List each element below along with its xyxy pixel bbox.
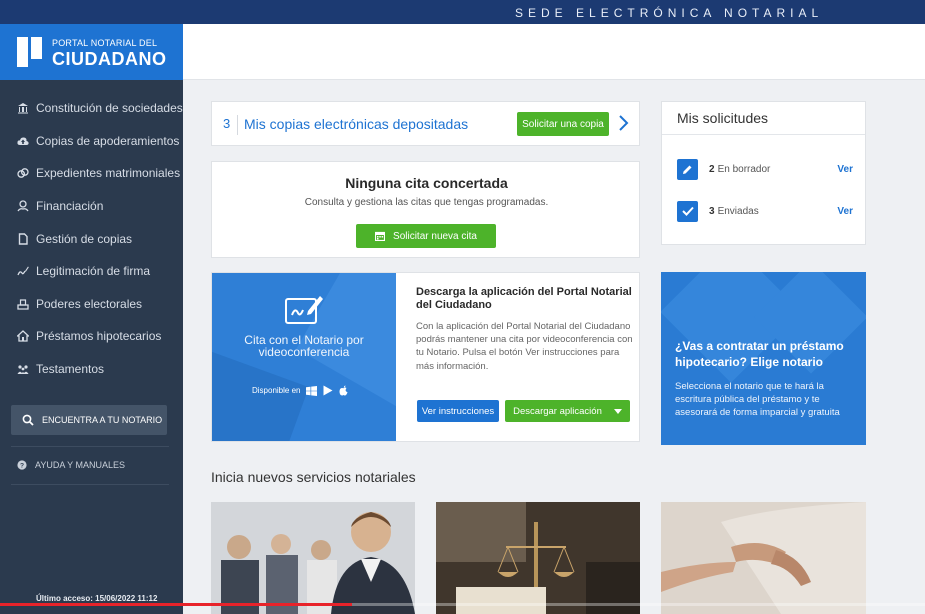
request-copy-button[interactable]: Solicitar una copia bbox=[517, 112, 609, 136]
windows-icon bbox=[306, 385, 318, 396]
sidebar: PORTAL NOTARIAL DEL CIUDADANO Constituci… bbox=[0, 24, 183, 614]
document-icon bbox=[18, 232, 28, 245]
sidebar-item-prestamos[interactable]: Préstamos hipotecarios bbox=[0, 320, 183, 353]
find-notary-label: ENCUENTRA A TU NOTARIO bbox=[42, 415, 163, 425]
requests-card: Mis solicitudes 2 En borrador Ver 3 Envi… bbox=[661, 101, 866, 245]
sidebar-divider bbox=[11, 446, 169, 447]
calendar-icon bbox=[375, 231, 386, 241]
portal-logo[interactable]: PORTAL NOTARIAL DEL CIUDADANO bbox=[0, 24, 183, 80]
chevron-right-icon[interactable] bbox=[617, 111, 631, 135]
view-instructions-button[interactable]: Ver instrucciones bbox=[417, 400, 499, 422]
sidebar-item-constitucion[interactable]: Constitución de sociedades bbox=[0, 92, 183, 125]
sidebar-item-label: Gestión de copias bbox=[36, 231, 133, 246]
family-icon bbox=[17, 365, 29, 375]
sidebar-item-label: Poderes electorales bbox=[36, 296, 143, 311]
ballot-icon bbox=[17, 299, 29, 310]
requests-title: Mis solicitudes bbox=[677, 110, 769, 126]
download-app-button[interactable]: Descargar aplicación bbox=[505, 400, 630, 422]
copies-separator bbox=[237, 115, 238, 135]
pencil-icon bbox=[677, 158, 698, 180]
copies-title-link[interactable]: Mis copias electrónicas depositadas bbox=[244, 116, 468, 132]
videoconference-text: Cita con el Notario por videoconferencia bbox=[244, 333, 364, 359]
view-drafts-link[interactable]: Ver bbox=[837, 164, 853, 175]
sidebar-item-apoderamientos[interactable]: Copias de apoderamientos bbox=[0, 125, 183, 158]
logo-mark-icon bbox=[17, 37, 43, 67]
logo-subtitle: PORTAL NOTARIAL DEL bbox=[52, 38, 158, 48]
appointment-title: Ninguna cita concertada bbox=[345, 175, 508, 191]
video-progress-bar[interactable] bbox=[0, 603, 925, 606]
mortgage-promo-card[interactable]: ¿Vas a contratar un préstamo hipotecario… bbox=[661, 272, 866, 445]
business-people-image bbox=[211, 502, 415, 614]
sent-count: 3 bbox=[709, 205, 715, 217]
cloud-upload-icon bbox=[17, 137, 29, 145]
google-play-icon bbox=[323, 385, 333, 396]
sidebar-divider bbox=[11, 484, 169, 485]
sidebar-item-testamentos[interactable]: Testamentos bbox=[0, 353, 183, 386]
svg-text:?: ? bbox=[20, 463, 24, 470]
justice-scale-image bbox=[436, 502, 640, 614]
copies-count: 3 bbox=[223, 116, 231, 131]
sent-label: Enviadas bbox=[717, 205, 759, 217]
appointment-subtitle: Consulta y gestiona las citas que tengas… bbox=[304, 197, 549, 208]
sidebar-item-label: Préstamos hipotecarios bbox=[36, 329, 162, 344]
header bbox=[183, 24, 925, 80]
app-download-card: Cita con el Notario por videoconferencia… bbox=[211, 272, 640, 442]
service-image-hands[interactable] bbox=[661, 502, 866, 614]
check-icon bbox=[677, 200, 698, 222]
video-signature-icon bbox=[285, 296, 323, 324]
rings-icon bbox=[17, 168, 29, 179]
draft-count: 2 bbox=[709, 163, 715, 175]
sidebar-item-legitimacion[interactable]: Legitimación de firma bbox=[0, 255, 183, 288]
sidebar-item-financiacion[interactable]: Financiación bbox=[0, 190, 183, 223]
site-title: SEDE ELECTRÓNICA NOTARIAL bbox=[515, 6, 824, 20]
service-image-business[interactable] bbox=[211, 502, 415, 614]
available-label: Disponible en bbox=[252, 386, 301, 395]
sidebar-item-poderes[interactable]: Poderes electorales bbox=[0, 288, 183, 321]
download-app-label: Descargar aplicación bbox=[513, 405, 602, 417]
request-row-sent: 3 Enviadas Ver bbox=[677, 200, 853, 222]
help-icon: ? bbox=[17, 460, 27, 470]
finance-icon bbox=[17, 200, 29, 212]
appointment-card: Ninguna cita concertada Consulta y gesti… bbox=[211, 161, 640, 258]
request-appointment-label: Solicitar nueva cita bbox=[393, 230, 477, 242]
sidebar-item-label: Copias de apoderamientos bbox=[36, 133, 180, 148]
request-appointment-button[interactable]: Solicitar nueva cita bbox=[356, 224, 496, 248]
request-row-draft: 2 En borrador Ver bbox=[677, 158, 853, 180]
apple-icon bbox=[339, 385, 348, 396]
house-icon bbox=[17, 330, 29, 343]
help-link[interactable]: ? AYUDA Y MANUALES bbox=[17, 460, 125, 470]
app-title: Descarga la aplicación del Portal Notari… bbox=[416, 286, 632, 311]
video-progress-fill bbox=[0, 603, 352, 606]
available-on: Disponible en bbox=[252, 385, 348, 396]
caret-down-icon bbox=[613, 408, 622, 414]
sidebar-item-gestion-copias[interactable]: Gestión de copias bbox=[0, 222, 183, 255]
app-info: Descarga la aplicación del Portal Notari… bbox=[416, 286, 634, 373]
mortgage-description: Selecciona el notario que te hará la esc… bbox=[675, 381, 840, 418]
services-title: Inicia nuevos servicios notariales bbox=[211, 469, 416, 485]
signature-icon bbox=[17, 266, 29, 276]
logo-title: CIUDADANO bbox=[52, 49, 167, 69]
sidebar-item-matrimoniales[interactable]: Expedientes matrimoniales bbox=[0, 157, 183, 190]
find-notary-button[interactable]: ENCUENTRA A TU NOTARIO bbox=[11, 405, 167, 435]
sidebar-item-label: Financiación bbox=[36, 199, 104, 214]
sidebar-item-label: Constitución de sociedades bbox=[36, 101, 183, 116]
search-icon bbox=[22, 414, 34, 426]
top-bar: SEDE ELECTRÓNICA NOTARIAL bbox=[0, 0, 925, 24]
videoconference-banner: Cita con el Notario por videoconferencia… bbox=[212, 273, 396, 441]
sidebar-item-label: Testamentos bbox=[36, 362, 105, 377]
holding-hands-image bbox=[661, 502, 866, 614]
sidebar-item-label: Expedientes matrimoniales bbox=[36, 166, 181, 181]
help-label: AYUDA Y MANUALES bbox=[35, 460, 126, 470]
copies-card: 3 Mis copias electrónicas depositadas So… bbox=[211, 101, 640, 146]
service-image-justice[interactable] bbox=[436, 502, 640, 614]
view-sent-link[interactable]: Ver bbox=[837, 206, 853, 217]
sidebar-item-label: Legitimación de firma bbox=[36, 264, 151, 279]
app-description: Con la aplicación del Portal Notarial de… bbox=[416, 321, 633, 372]
building-icon bbox=[18, 103, 28, 114]
sidebar-nav: Constitución de sociedades Copias de apo… bbox=[0, 92, 183, 385]
mortgage-title: ¿Vas a contratar un préstamo hipotecario… bbox=[675, 339, 844, 369]
draft-label: En borrador bbox=[717, 163, 771, 175]
requests-separator bbox=[662, 134, 865, 135]
last-access: Último acceso: 15/06/2022 11:12 bbox=[36, 594, 158, 603]
